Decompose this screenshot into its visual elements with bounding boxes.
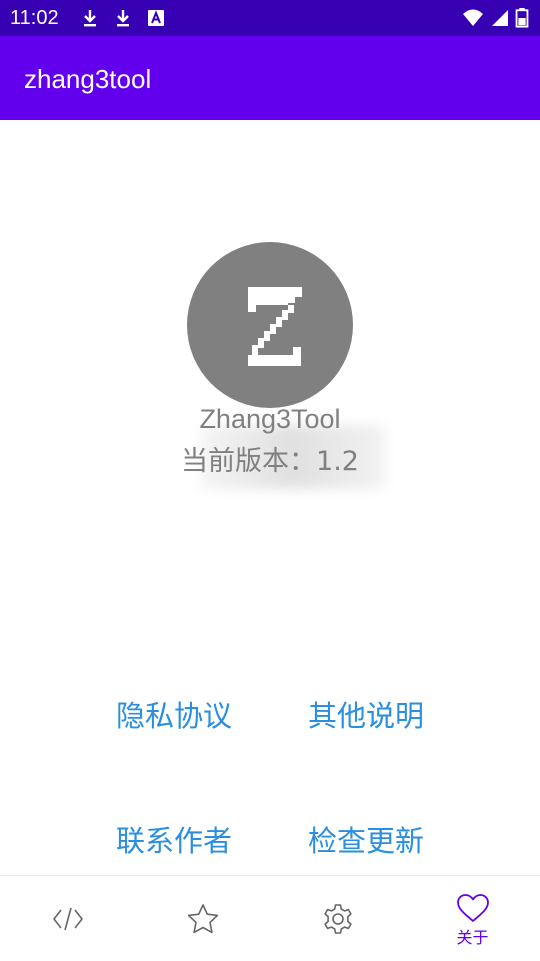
signal-icon <box>492 10 508 26</box>
code-icon <box>52 907 83 931</box>
contact-author-link[interactable]: 联系作者 <box>89 823 259 859</box>
nav-item-settings[interactable] <box>270 876 405 961</box>
z-logo-icon <box>248 287 302 366</box>
app-version: 当前版本：1.2 <box>181 446 359 477</box>
download-icon <box>84 10 96 27</box>
nav-item-about[interactable]: 关于 <box>405 876 540 961</box>
check-update-link[interactable]: 检查更新 <box>281 823 451 859</box>
status-bar: 11:02 <box>0 0 540 36</box>
app-logo <box>187 242 353 408</box>
star-icon <box>187 904 218 934</box>
battery-icon <box>515 8 529 28</box>
gear-icon <box>323 904 352 934</box>
nav-item-favorites[interactable] <box>135 876 270 961</box>
other-notes-link[interactable]: 其他说明 <box>281 698 451 734</box>
app-name: Zhang3Tool <box>199 404 341 434</box>
status-time: 11:02 <box>10 7 59 29</box>
nav-item-code[interactable] <box>0 876 135 961</box>
download-icon <box>117 10 129 27</box>
wifi-icon <box>463 9 483 26</box>
a-badge-icon <box>148 10 164 26</box>
app-bar: zhang3tool <box>0 36 540 120</box>
privacy-policy-link[interactable]: 隐私协议 <box>89 698 259 734</box>
heart-icon <box>456 894 489 922</box>
app-title: zhang3tool <box>24 64 152 94</box>
bottom-nav: 关于 <box>0 875 540 961</box>
nav-label-about: 关于 <box>456 928 489 947</box>
